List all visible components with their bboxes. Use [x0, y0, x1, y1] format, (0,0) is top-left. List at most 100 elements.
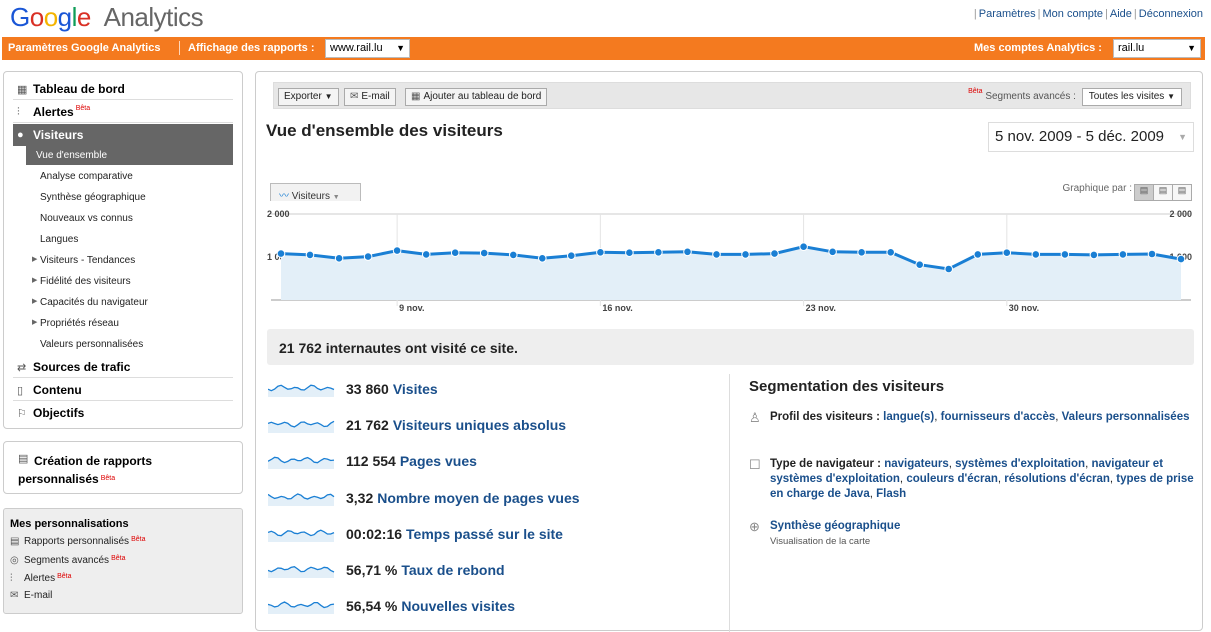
chart-point[interactable] — [450, 248, 460, 258]
chart-point[interactable] — [392, 246, 402, 255]
dashboard-icon: ▦ — [411, 91, 421, 102]
chart-point[interactable] — [1031, 250, 1041, 259]
graph-by-day-button[interactable]: ▤ — [1134, 184, 1154, 201]
chart-point[interactable] — [915, 260, 925, 270]
y-tick-label-left: 2 000 — [267, 209, 290, 219]
segments-select[interactable]: Toutes les visites ▼ — [1081, 88, 1182, 106]
sidebar-sub-overview[interactable]: Vue d'ensemble — [26, 146, 233, 165]
chart-point[interactable] — [421, 250, 431, 259]
metric-link[interactable]: Temps passé sur le site — [406, 526, 563, 542]
metric-link[interactable]: Taux de rebond — [401, 562, 504, 578]
chart-point[interactable] — [770, 249, 779, 258]
graph-by-month-button[interactable]: ▤ — [1172, 184, 1192, 201]
chart-point[interactable] — [799, 242, 808, 252]
sidebar-item-traffic-sources[interactable]: ⇄ Sources de trafic — [13, 356, 233, 378]
flash-link[interactable]: Flash — [876, 488, 906, 500]
chart-point[interactable] — [479, 248, 489, 258]
add-to-dashboard-button[interactable]: ▦ Ajouter au tableau de bord — [405, 88, 548, 106]
email-item[interactable]: ✉ E-mail — [10, 590, 52, 601]
accounts-select[interactable]: rail.lu ▼ — [1113, 39, 1201, 58]
sidebar-sub-custom-values[interactable]: Valeurs personnalisées — [26, 335, 233, 354]
chart-point[interactable] — [828, 247, 837, 257]
chart-point[interactable] — [596, 248, 605, 257]
sidebar-sub-map-overlay[interactable]: Synthèse géographique — [26, 188, 233, 207]
graph-by-week-button[interactable]: ▤ — [1153, 184, 1173, 201]
chart-point[interactable] — [625, 248, 634, 258]
metric-selector[interactable]: 〰 Visiteurs ▼ — [270, 183, 361, 202]
network-providers-link[interactable]: fournisseurs d'accès — [941, 411, 1056, 423]
custom-reports-box: ▤ Création de rapports personnalisés Bêta — [3, 441, 243, 494]
chart-point[interactable] — [334, 254, 344, 263]
metric-value: 21 762 Visiteurs uniques absolus — [346, 417, 566, 433]
custom-reports-link[interactable]: Création de rapports personnalisés Bêta — [18, 452, 178, 488]
advanced-segments-item[interactable]: ◎ Segments avancés Bêta — [10, 555, 125, 566]
date-range-picker[interactable]: 5 nov. 2009 - 5 déc. 2009 ▼ — [988, 122, 1194, 152]
geo-overview-link[interactable]: Synthèse géographique — [770, 520, 900, 532]
alerts-item[interactable]: ⫶ Alertes Bêta — [10, 573, 72, 584]
sidebar-item-goals[interactable]: ⚐ Objectifs — [13, 402, 233, 424]
chart-point[interactable] — [886, 248, 896, 257]
segments-control: Bêta Segments avancés : Toutes les visit… — [966, 88, 1182, 106]
sidebar-sub-network-properties[interactable]: ▶ Propriétés réseau — [26, 314, 233, 333]
sidebar-sub-visitor-loyalty[interactable]: ▶ Fidélité des visiteurs — [26, 272, 233, 291]
sidebar-item-dashboard[interactable]: ▦ Tableau de bord — [13, 78, 233, 100]
settings-link[interactable]: Paramètres — [979, 8, 1036, 20]
operating-systems-link[interactable]: systèmes d'exploitation — [955, 458, 1085, 470]
account-link[interactable]: Mon compte — [1043, 8, 1104, 20]
user-icon: ● — [17, 129, 24, 141]
google-analytics-logo[interactable]: Google Analytics — [10, 2, 204, 33]
chart-point[interactable] — [363, 252, 373, 261]
metric-link[interactable]: Nombre moyen de pages vues — [377, 490, 579, 506]
chart-point[interactable] — [1176, 254, 1186, 264]
chart-point[interactable] — [1118, 250, 1128, 259]
sidebar-item-alerts[interactable]: ⫶ Alertes Bêta — [13, 101, 233, 123]
chart-point[interactable] — [1147, 249, 1157, 259]
sidebar-sub-browser-capabilities[interactable]: ▶ Capacités du navigateur — [26, 293, 233, 312]
sidebar-item-content[interactable]: ▯ Contenu — [13, 379, 233, 401]
custom-reports-item[interactable]: ▤ Rapports personnalisés Bêta — [10, 536, 145, 547]
browsers-link[interactable]: navigateurs — [884, 458, 949, 470]
metric-value: 3,32 Nombre moyen de pages vues — [346, 490, 580, 506]
metric-row: 56,54 % Nouvelles visites — [268, 595, 718, 619]
chart-point[interactable] — [1002, 248, 1012, 258]
chart-point[interactable] — [683, 247, 692, 257]
content-icon: ▯ — [17, 385, 24, 397]
sparkline-icon — [268, 384, 335, 397]
metric-number: 56,71 % — [346, 562, 398, 578]
screen-colors-link[interactable]: couleurs d'écran — [906, 473, 998, 485]
metric-link[interactable]: Visiteurs uniques absolus — [393, 417, 566, 433]
report-view-select[interactable]: www.rail.lu ▼ — [325, 39, 410, 58]
chart-point[interactable] — [305, 250, 315, 260]
sidebar-sub-visitor-trending[interactable]: ▶ Visiteurs - Tendances — [26, 251, 233, 270]
report-view-label: Affichage des rapports : — [188, 42, 315, 54]
export-button[interactable]: Exporter ▼ — [278, 88, 339, 106]
sparkline-icon — [268, 457, 335, 470]
chart-point[interactable] — [944, 264, 954, 274]
chart-point[interactable] — [857, 248, 866, 257]
chart-point[interactable] — [276, 249, 286, 258]
chevron-down-icon: ▼ — [396, 43, 405, 53]
logout-link[interactable]: Déconnexion — [1139, 8, 1203, 20]
screen-resolutions-link[interactable]: résolutions d'écran — [1004, 473, 1110, 485]
sidebar-item-visitors[interactable]: ● Visiteurs — [13, 124, 233, 146]
chart-point[interactable] — [741, 250, 750, 259]
chart-point[interactable] — [654, 248, 663, 257]
languages-link[interactable]: langue(s) — [883, 411, 934, 423]
help-link[interactable]: Aide — [1110, 8, 1132, 20]
chart-point[interactable] — [509, 250, 518, 260]
chart-point[interactable] — [538, 254, 547, 263]
sidebar-sub-languages[interactable]: Langues — [26, 230, 233, 249]
chart-point[interactable] — [712, 250, 721, 259]
sidebar-sub-new-vs-returning[interactable]: Nouveaux vs connus — [26, 209, 233, 228]
custom-values-link[interactable]: Valeurs personnalisées — [1062, 411, 1190, 423]
analytics-settings-link[interactable]: Paramètres Google Analytics — [8, 42, 160, 54]
chart-point[interactable] — [1060, 250, 1070, 259]
metric-link[interactable]: Visites — [393, 381, 438, 397]
metric-link[interactable]: Pages vues — [400, 453, 477, 469]
email-button[interactable]: ✉ E-mail — [344, 88, 396, 106]
sidebar-sub-benchmarking[interactable]: Analyse comparative — [26, 167, 233, 186]
chart-point[interactable] — [567, 251, 576, 261]
chart-point[interactable] — [1089, 250, 1099, 260]
metric-link[interactable]: Nouvelles visites — [401, 598, 515, 614]
chart-point[interactable] — [973, 250, 983, 259]
